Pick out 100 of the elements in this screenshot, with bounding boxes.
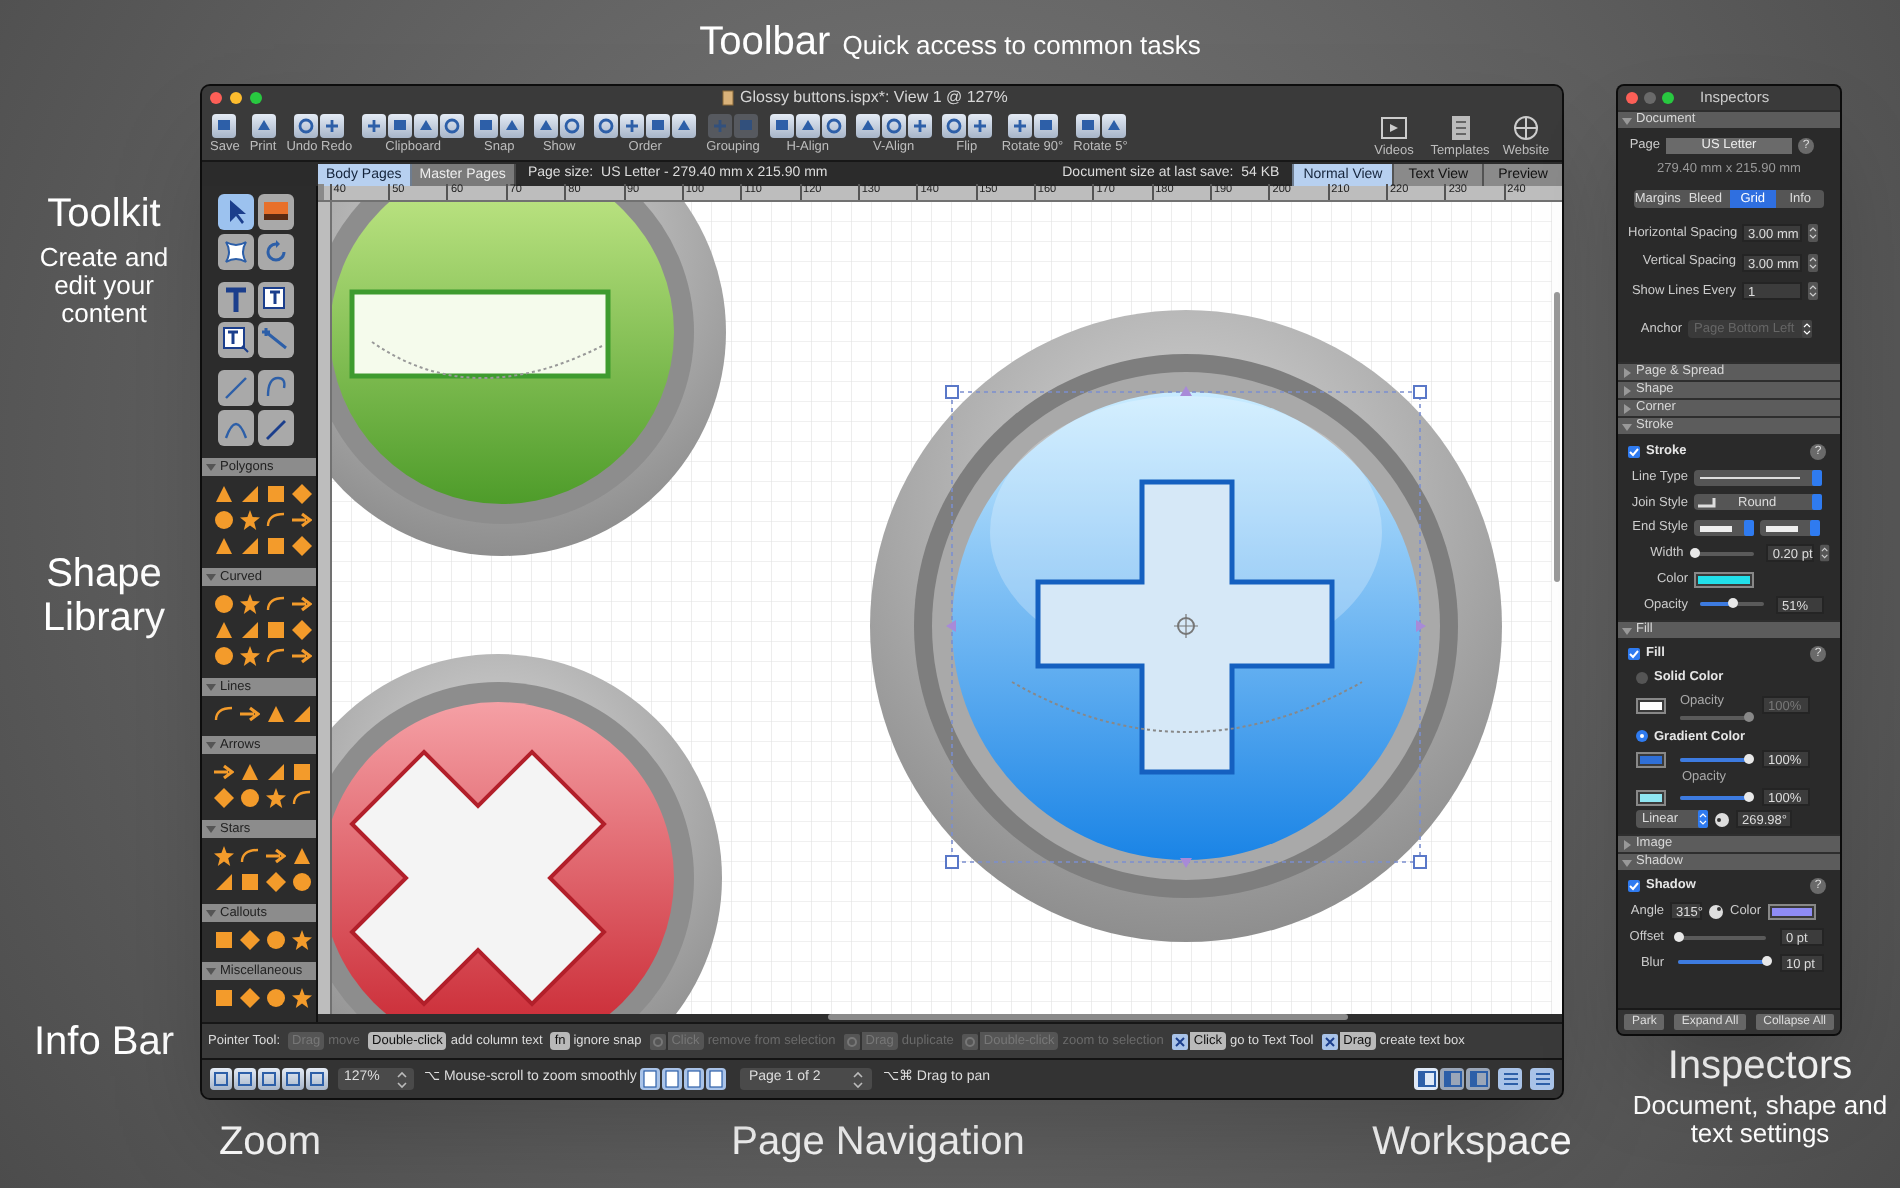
toolbar-button[interactable] (1075, 114, 1100, 138)
color-well[interactable] (1636, 789, 1666, 806)
toolbar-button[interactable] (941, 114, 966, 138)
shape-icon[interactable] (240, 594, 260, 614)
view-mode-button[interactable] (210, 1068, 232, 1090)
slider-thumb[interactable] (1743, 791, 1753, 802)
tool-button[interactable] (258, 282, 294, 318)
slider-thumb[interactable] (1743, 753, 1753, 764)
zoom-button[interactable] (1662, 92, 1674, 104)
workspace-option-button[interactable] (1498, 1068, 1522, 1090)
shape-icon[interactable] (214, 762, 234, 782)
slider[interactable] (1700, 602, 1764, 607)
tool-button[interactable] (218, 194, 254, 230)
color-well[interactable] (1636, 697, 1666, 714)
close-button[interactable] (1626, 92, 1638, 104)
line-type-popup[interactable] (1694, 469, 1822, 486)
angle-knob[interactable] (1714, 811, 1730, 828)
toolbar-button[interactable] (907, 114, 932, 138)
scrollbar-thumb[interactable] (1554, 292, 1560, 582)
toolbar-button[interactable] (320, 114, 345, 138)
toolbar-button[interactable] (795, 114, 820, 138)
stepper-icon[interactable] (1808, 282, 1818, 301)
toolbar-button[interactable] (362, 114, 387, 138)
shape-icon[interactable] (292, 930, 312, 950)
toolbar-button[interactable] (646, 114, 671, 138)
toolbar-button[interactable] (474, 114, 499, 138)
slider[interactable] (1678, 960, 1766, 965)
toolbar-button[interactable] (881, 114, 906, 138)
color-well[interactable] (1767, 903, 1816, 920)
page-nav-button[interactable] (662, 1068, 683, 1090)
page-nav-button[interactable] (706, 1068, 727, 1090)
radio-button[interactable] (1636, 730, 1648, 743)
toolbar-button[interactable] (388, 114, 413, 138)
shape-icon[interactable] (214, 704, 234, 724)
toolbar-button[interactable] (1033, 114, 1058, 138)
page-nav-button[interactable] (684, 1068, 705, 1090)
selection-frame[interactable] (945, 385, 1427, 869)
slider-thumb[interactable] (1727, 598, 1737, 609)
stepper-icon[interactable] (1808, 253, 1818, 272)
tool-button[interactable] (258, 194, 294, 230)
shape-icon[interactable] (240, 510, 260, 530)
toolbar-link-icon[interactable] (1512, 114, 1540, 142)
toolbar-button[interactable] (212, 114, 237, 138)
shape-icon[interactable] (214, 846, 234, 866)
toolbar-button[interactable] (440, 114, 465, 138)
end-style-popup[interactable] (1694, 520, 1754, 537)
shape-icon[interactable] (240, 704, 260, 724)
slider[interactable] (1678, 935, 1766, 940)
shape-icon[interactable] (292, 646, 312, 666)
tool-button[interactable] (218, 234, 254, 270)
zoom-button[interactable] (250, 92, 262, 104)
workspace-button[interactable] (1466, 1068, 1490, 1090)
workspace-button[interactable] (1440, 1068, 1464, 1090)
toolbar-button[interactable] (967, 114, 992, 138)
shape-icon[interactable] (266, 846, 286, 866)
toolbar-button[interactable] (594, 114, 619, 138)
checkbox[interactable] (1628, 880, 1640, 893)
slider[interactable] (1680, 757, 1748, 762)
toolbar-button[interactable] (534, 114, 559, 138)
angle-knob[interactable] (1708, 903, 1724, 920)
slider-thumb[interactable] (1690, 547, 1701, 558)
tool-button[interactable] (218, 322, 254, 358)
toolbar-button[interactable] (769, 114, 794, 138)
view-mode-button[interactable] (258, 1068, 280, 1090)
toolbar-button[interactable] (620, 114, 645, 138)
color-well[interactable] (1636, 751, 1666, 768)
tool-button[interactable] (258, 410, 294, 446)
stepper-icon[interactable] (1808, 223, 1818, 242)
workspace-button[interactable] (1414, 1068, 1438, 1090)
toolbar-button[interactable] (855, 114, 880, 138)
tool-button[interactable] (218, 282, 254, 318)
slider[interactable] (1680, 795, 1748, 800)
slider[interactable] (1695, 551, 1755, 556)
shape-icon[interactable] (292, 988, 312, 1008)
minimize-button[interactable] (230, 92, 242, 104)
shape-icon[interactable] (240, 646, 260, 666)
toolbar-button[interactable] (294, 114, 319, 138)
shape-icon[interactable] (292, 510, 312, 530)
shape-icon[interactable] (292, 594, 312, 614)
checkbox[interactable] (1628, 648, 1640, 661)
toolbar-button[interactable] (500, 114, 525, 138)
slider-thumb[interactable] (1673, 931, 1683, 942)
end-style-popup[interactable] (1760, 520, 1820, 537)
close-button[interactable] (210, 92, 222, 104)
scrollbar-thumb[interactable] (828, 1014, 1348, 1020)
view-mode-button[interactable] (306, 1068, 328, 1090)
stepper-icon[interactable] (1820, 544, 1830, 563)
toolbar-button[interactable] (1101, 114, 1126, 138)
view-mode-button[interactable] (282, 1068, 304, 1090)
checkbox[interactable] (1628, 445, 1640, 458)
page-nav-button[interactable] (640, 1068, 661, 1090)
view-mode-button[interactable] (234, 1068, 256, 1090)
workspace-option-button[interactable] (1530, 1068, 1554, 1090)
toolbar-button[interactable] (672, 114, 697, 138)
toolbar-button[interactable] (821, 114, 846, 138)
toolbar-button[interactable] (560, 114, 585, 138)
toolbar-button[interactable] (414, 114, 439, 138)
slider-thumb[interactable] (1761, 956, 1771, 967)
toolbar-link-icon[interactable] (1446, 114, 1474, 142)
color-well[interactable] (1694, 571, 1754, 588)
